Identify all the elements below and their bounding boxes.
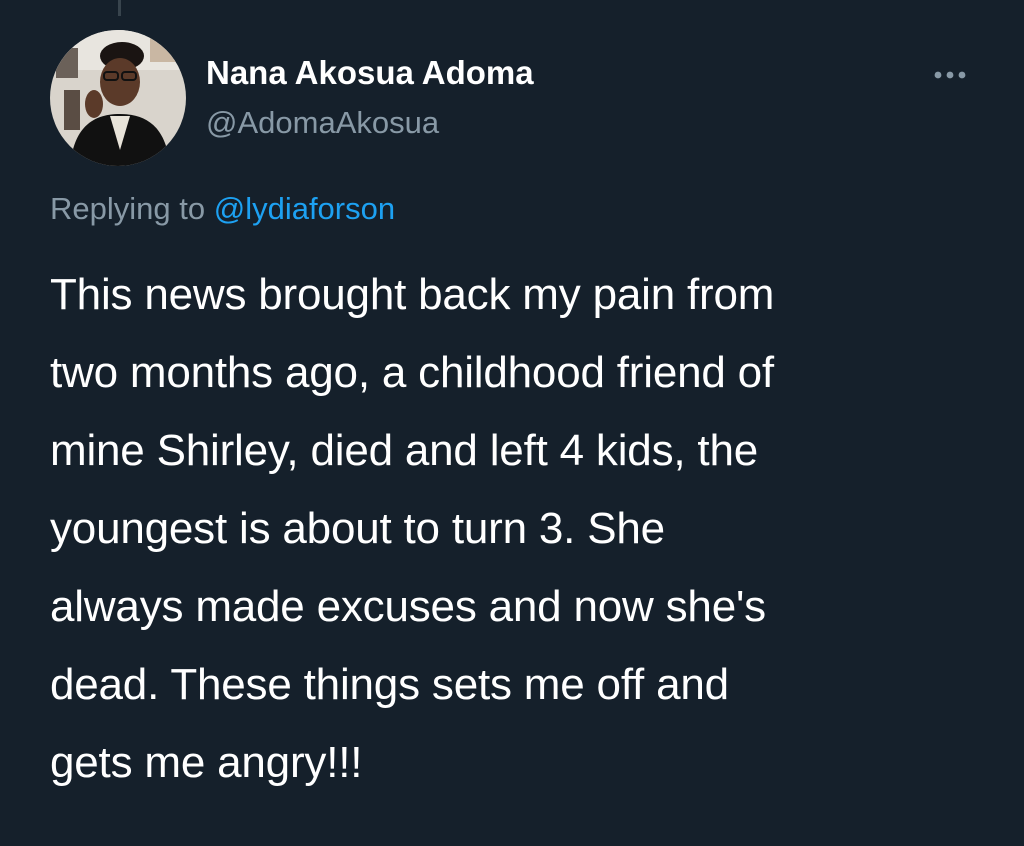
more-options-button[interactable] xyxy=(926,58,974,92)
avatar-photo xyxy=(50,30,186,166)
more-horizontal-icon xyxy=(934,71,966,79)
tweet-body: This news brought back my pain from two m… xyxy=(50,256,990,802)
reply-context: Replying to @lydiaforson xyxy=(50,191,395,227)
thread-connector-line xyxy=(118,0,121,16)
author-handle[interactable]: @AdomaAkosua xyxy=(206,105,439,141)
tweet-text-line: youngest is about to turn 3. She xyxy=(50,504,665,553)
tweet-text-line: dead. These things sets me off and xyxy=(50,660,729,709)
tweet-text-line: mine Shirley, died and left 4 kids, the xyxy=(50,426,758,475)
tweet-text-line: always made excuses and now she's xyxy=(50,582,766,631)
tweet-text-line: gets me angry!!! xyxy=(50,738,363,787)
author-display-name[interactable]: Nana Akosua Adoma xyxy=(206,54,534,92)
reply-mention-link[interactable]: @lydiaforson xyxy=(214,191,395,226)
tweet-text-line: two months ago, a childhood friend of xyxy=(50,348,774,397)
author-avatar[interactable] xyxy=(50,30,186,166)
reply-prefix: Replying to xyxy=(50,191,206,226)
tweet-text-line: This news brought back my pain from xyxy=(50,270,775,319)
